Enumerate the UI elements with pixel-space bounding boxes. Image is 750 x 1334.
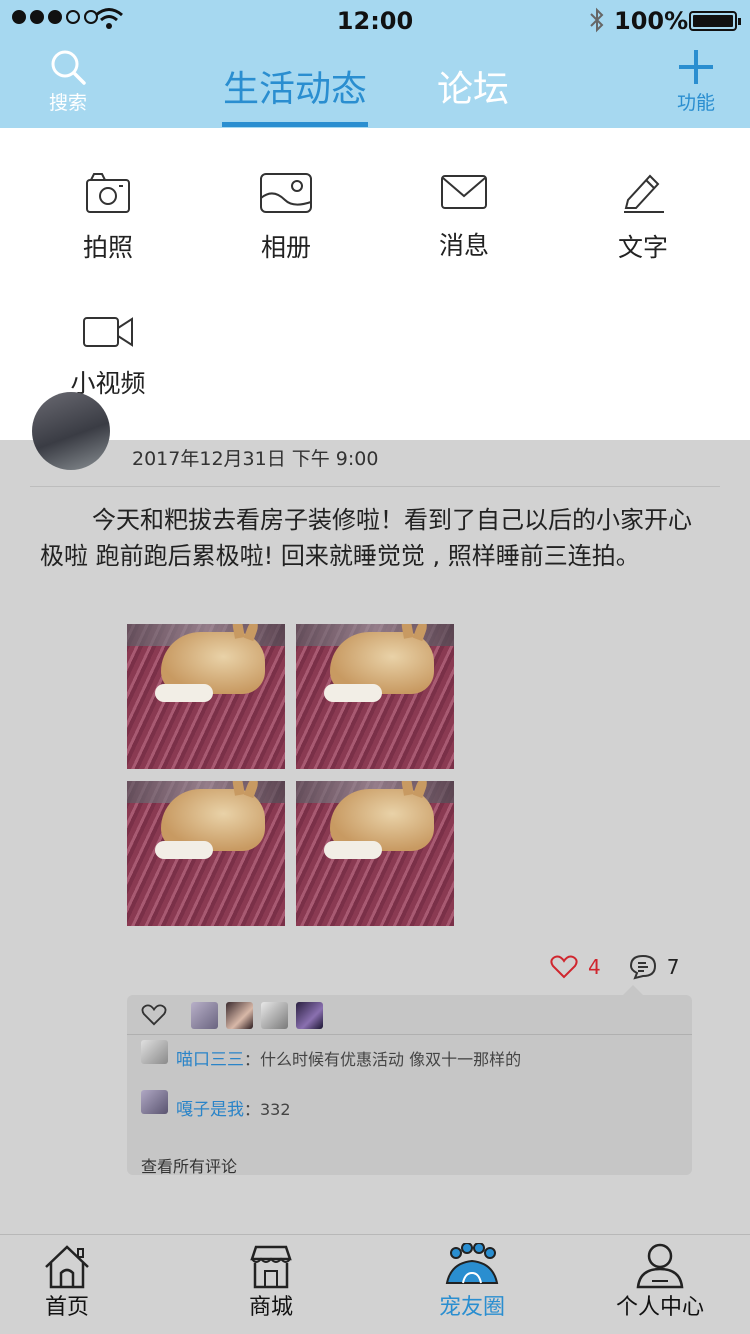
shop-icon (250, 1245, 292, 1289)
paw-icon (445, 1243, 499, 1284)
search-button[interactable]: 搜索 (28, 48, 108, 115)
tab-pet-circle[interactable]: 宠友圈 (402, 1243, 542, 1321)
liker-avatar[interactable] (296, 1002, 323, 1029)
comment-icon[interactable] (629, 954, 657, 980)
post-date: 2017年12月31日 下午 9:00 (132, 448, 379, 470)
search-icon (51, 50, 86, 85)
post-text: 今天和粑拔去看房子装修啦！看到了自己以后的小家开心极啦 跑前跑后累极啦! 回来就… (40, 506, 692, 570)
top-header: 12:00 100% 搜索 生活动态 论坛 功能 (0, 0, 750, 128)
battery-percent: 100% (614, 7, 689, 35)
liker-avatar[interactable] (191, 1002, 218, 1029)
function-menu: 拍照 相册 消息 文字 小视频 (0, 128, 750, 440)
menu-item-label: 拍照 (82, 233, 133, 262)
tab-label: 宠友圈 (438, 1295, 505, 1320)
menu-item-label: 相册 (260, 233, 311, 262)
tab-label: 生活动态 (222, 69, 367, 110)
comment-item: 喵口三三 ：什么时候有优惠活动 像双十一那样的 (141, 1039, 522, 1070)
tab-underline (222, 122, 368, 127)
menu-item-message[interactable]: 消息 (404, 172, 524, 262)
post-actions: 4 7 (550, 954, 679, 980)
view-all-comments-link[interactable]: 查看所有评论 (141, 1153, 237, 1177)
tab-label: 个人中心 (615, 1295, 704, 1320)
envelope-icon (441, 175, 487, 209)
liker-row (127, 995, 692, 1035)
person-icon (636, 1243, 684, 1289)
commenter-avatar[interactable] (141, 1039, 168, 1064)
commenter-name[interactable]: 喵口三三 (176, 1045, 244, 1070)
tab-home[interactable]: 首页 (0, 1243, 137, 1321)
house-icon (45, 1245, 89, 1289)
plus-icon (679, 50, 713, 84)
battery-icon (689, 11, 741, 31)
comment-item: 嘎子是我 ：332 (141, 1089, 291, 1120)
tab-mall[interactable]: 商城 (201, 1243, 341, 1321)
status-bar: 12:00 100% (0, 0, 750, 40)
menu-item-photo[interactable]: 拍照 (48, 172, 168, 264)
post-photo[interactable] (127, 624, 285, 769)
divider (30, 486, 720, 487)
commenter-name[interactable]: 嘎子是我 (176, 1095, 244, 1120)
camera-icon (86, 173, 130, 213)
post-photo[interactable] (296, 781, 454, 926)
search-label: 搜索 (48, 92, 87, 114)
like-icon[interactable] (550, 955, 578, 979)
video-icon (83, 317, 133, 347)
album-icon (260, 173, 312, 213)
post-photo[interactable] (296, 624, 454, 769)
function-label: 功能 (676, 92, 715, 114)
comment-box: 喵口三三 ：什么时候有优惠活动 像双十一那样的 嘎子是我 ：332 查看所有评论 (127, 985, 692, 1177)
liker-avatar[interactable] (226, 1002, 253, 1029)
function-button[interactable]: 功能 (656, 48, 736, 115)
tab-label: 论坛 (437, 69, 510, 110)
comment-text: ：什么时候有优惠活动 像双十一那样的 (244, 1049, 522, 1069)
pencil-icon (624, 174, 664, 213)
menu-item-label: 文字 (617, 233, 668, 262)
menu-item-text[interactable]: 文字 (583, 172, 703, 264)
tab-label: 商城 (248, 1295, 293, 1320)
author-avatar[interactable] (32, 392, 110, 470)
like-count: 4 (588, 955, 601, 979)
tab-life-feed[interactable]: 生活动态 (222, 60, 368, 127)
liker-avatar[interactable] (261, 1002, 288, 1029)
commenter-avatar[interactable] (141, 1089, 168, 1114)
comment-count: 7 (666, 955, 680, 979)
post-photo[interactable] (127, 781, 285, 926)
tab-profile[interactable]: 个人中心 (590, 1243, 730, 1321)
bluetooth-icon (590, 7, 604, 33)
menu-item-album[interactable]: 相册 (226, 172, 346, 264)
menu-item-video[interactable]: 小视频 (48, 314, 168, 400)
menu-item-label: 消息 (438, 231, 489, 260)
comment-text: ：332 (244, 1099, 291, 1119)
tab-label: 首页 (44, 1295, 89, 1320)
tab-forum[interactable]: 论坛 (437, 60, 509, 112)
heart-icon (141, 1004, 167, 1026)
bottom-tab-bar: 首页 商城 宠友圈 个人中心 (0, 1234, 750, 1334)
